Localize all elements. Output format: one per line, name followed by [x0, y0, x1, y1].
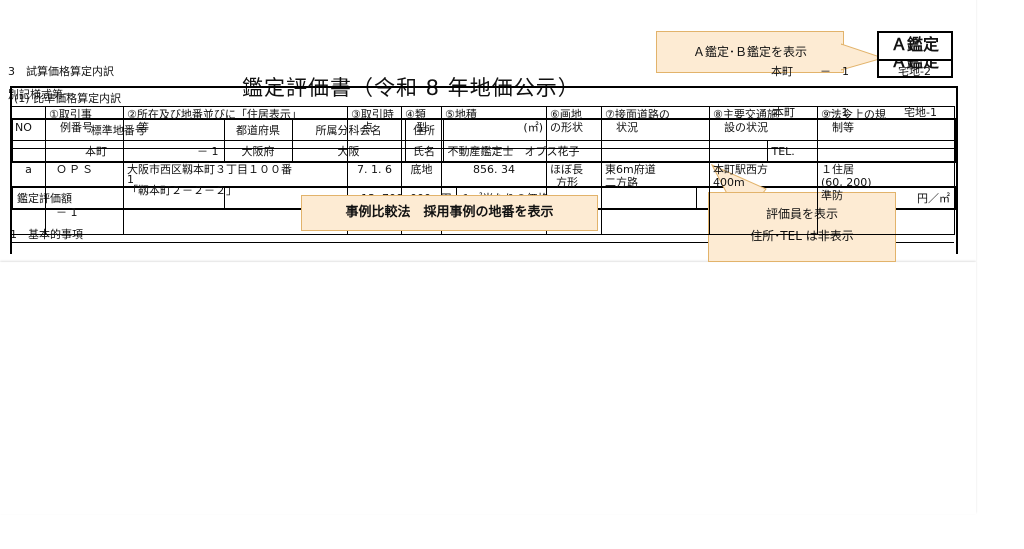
row-no: a [11, 148, 46, 235]
row-location-line2: 1 [127, 173, 134, 186]
row-shape-line2: 方形 [556, 176, 578, 189]
col-area: ⑤地積 (㎡) [441, 106, 547, 149]
col-transport-line1: ⑧主要交通施 [713, 108, 778, 121]
col-road: ⑦接面道路の 状況 [601, 106, 710, 149]
row-shape-line1: ほぼ長 [550, 163, 583, 176]
row-regulation-line2: (60, 200) [821, 176, 872, 189]
row-regulation-line3: 準防 [821, 189, 843, 202]
col-location-line1: ②所在及び地番並びに「住居表示」 [127, 108, 302, 121]
reference-area: 本町 [771, 65, 793, 78]
row-transport-line1: 本町駅西方 [713, 163, 768, 176]
reference-number: － 1 [820, 65, 849, 78]
col-area-unit: (㎡) [523, 121, 543, 134]
section-trial-price: 3 試算価格算定内訳 [8, 65, 114, 78]
col-type-line1: ④類 [405, 108, 426, 121]
col-shape-line2: の形状 [550, 121, 583, 134]
row-location-line1: 大阪市西区靱本町３丁目１００番 [127, 163, 292, 176]
appraisal-stamp: Ａ鑑定 [877, 31, 953, 61]
col-regulation-line1: ⑨法令上の規 [821, 108, 886, 121]
col-area-line1: ⑤地積 [445, 108, 477, 121]
col-shape: ⑥画地 の形状 [546, 106, 602, 149]
callout-appraisal-type-text: Ａ鑑定･Ｂ鑑定を表示 [692, 45, 807, 59]
col-transaction-time-line2: 点 [351, 121, 373, 134]
reference-land-type: 宅地-2 [898, 65, 931, 78]
row-transport: 本町駅西方 400m [709, 148, 818, 235]
subsection-comparison-price: (1) 比準価格算定内訳 [14, 92, 122, 105]
row-road: 東6m府道 二方路 [601, 148, 710, 235]
col-location: ②所在及び地番並びに「住居表示」 等 [123, 106, 348, 149]
col-type-line2: 型 [405, 121, 427, 134]
col-transaction-time: ③取引時 点 [347, 106, 402, 149]
col-case-no-line2: 例番号 [49, 121, 93, 134]
col-type: ④類 型 [401, 106, 442, 149]
col-shape-line1: ⑥画地 [550, 108, 582, 121]
row-road-line1: 東6m府道 [605, 163, 656, 176]
row-road-line2: 二方路 [605, 176, 638, 189]
callout-appraisal-type: Ａ鑑定･Ｂ鑑定を表示 [656, 31, 844, 73]
col-regulation: ⑨法令上の規 制等 [817, 106, 955, 149]
callout-case-location-text: 事例比較法 採用事例の地番を表示 [345, 205, 554, 220]
col-transaction-time-line1: ③取引時 [351, 108, 394, 121]
row-regulation-line1: １住居 [821, 163, 854, 176]
row-case-no-line1: ＯＰＳ [56, 163, 95, 176]
col-road-line1: ⑦接面道路の [605, 108, 670, 121]
col-case-no: ①取引事 例番号 [45, 106, 124, 149]
col-no: NO [11, 106, 46, 149]
comparison-table-header: NO ①取引事 例番号 ②所在及び地番並びに「住居表示」 等 ③取引時 点 ④類… [11, 106, 955, 149]
row-transport-line2: 400m [713, 176, 745, 189]
col-road-line2: 状況 [605, 121, 638, 134]
row-regulation: １住居 (60, 200) 準防 [817, 148, 955, 235]
col-location-line2: 等 [127, 121, 149, 134]
row-case-no: ＯＰＳ － 1 [45, 148, 124, 235]
appraisal-sheet-page-2: Ａ鑑定 3 試算価格算定内訳 本町 － 1 宅地-2 (1) 比準価格算定内訳 … [0, 31, 976, 514]
col-no-text: NO [15, 121, 32, 134]
row-case-no-line2: － 1 [56, 206, 78, 219]
callout-case-location: 事例比較法 採用事例の地番を表示 [301, 195, 598, 231]
col-regulation-line2: 制等 [821, 121, 854, 134]
col-transport-line2: 設の状況 [713, 121, 768, 134]
col-case-no-line1: ①取引事 [49, 108, 92, 121]
col-transport: ⑧主要交通施 設の状況 [709, 106, 818, 149]
